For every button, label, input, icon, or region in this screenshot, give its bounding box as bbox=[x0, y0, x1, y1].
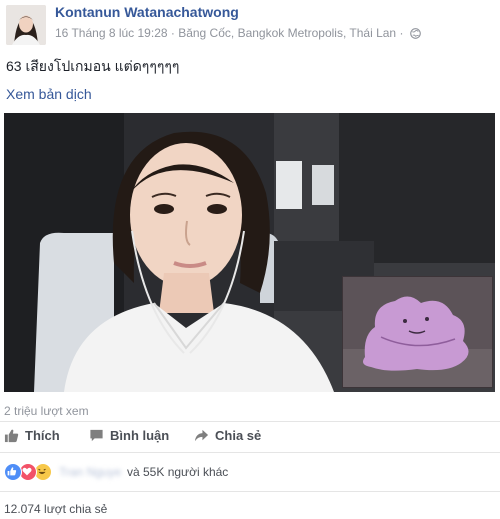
share-count[interactable]: 12.074 lượt chia sẻ bbox=[4, 502, 107, 516]
video-player[interactable] bbox=[4, 113, 495, 392]
reactor-names[interactable]: Tran Nguyen bbox=[59, 465, 121, 479]
avatar-image bbox=[6, 5, 46, 45]
post-meta-text[interactable]: 16 Tháng 8 lúc 19:28 · Băng Cốc, Bangkok… bbox=[55, 26, 403, 40]
comment-icon bbox=[90, 429, 103, 442]
ditto-inset bbox=[342, 276, 493, 388]
globe-icon bbox=[409, 28, 421, 42]
share-button[interactable]: Chia sẻ bbox=[194, 428, 261, 443]
action-bar: Thích Bình luận Chia sẻ bbox=[0, 424, 500, 450]
video-view-count: 2 triệu lượt xem bbox=[4, 404, 89, 418]
share-arrow-icon bbox=[194, 429, 209, 442]
author-avatar[interactable] bbox=[6, 5, 46, 45]
reaction-count[interactable]: và 55K người khác bbox=[127, 465, 228, 479]
see-translation-link[interactable]: Xem bản dịch bbox=[6, 86, 92, 102]
divider bbox=[0, 421, 500, 422]
post-text: 63 เสียงโปเกมอน แต่ดๆๆๆๆๆ bbox=[6, 58, 180, 74]
share-label: Chia sẻ bbox=[215, 428, 262, 443]
like-label: Thích bbox=[25, 428, 60, 443]
ditto-image bbox=[343, 277, 492, 387]
reactions-summary[interactable]: Tran Nguyen và 55K người khác bbox=[4, 462, 228, 482]
comment-label: Bình luận bbox=[110, 428, 170, 443]
like-button[interactable]: Thích bbox=[4, 428, 60, 443]
comment-button[interactable]: Bình luận bbox=[89, 428, 169, 443]
thumbs-up-icon bbox=[4, 429, 19, 443]
author-name[interactable]: Kontanun Watanachatwong bbox=[55, 4, 239, 20]
divider bbox=[0, 452, 500, 453]
facebook-post: Kontanun Watanachatwong 16 Tháng 8 lúc 1… bbox=[0, 0, 500, 519]
post-meta: 16 Tháng 8 lúc 19:28 · Băng Cốc, Bangkok… bbox=[55, 26, 421, 42]
divider bbox=[0, 491, 500, 492]
like-reaction-icon bbox=[4, 463, 22, 481]
